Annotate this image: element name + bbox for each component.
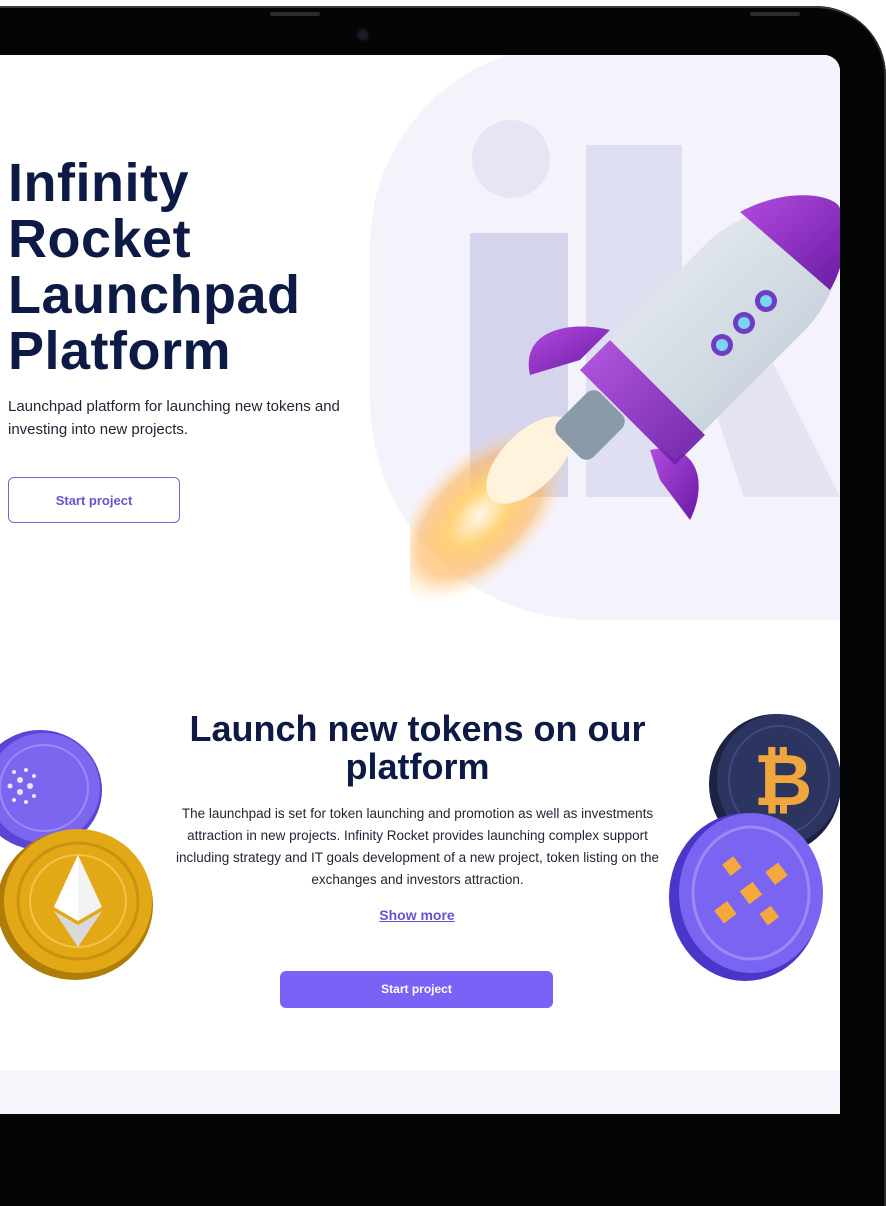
bnb-coin-icon <box>669 813 823 981</box>
hero-title-line: Platform <box>8 321 232 381</box>
next-section-background <box>0 1070 840 1114</box>
device-button <box>270 12 320 16</box>
hero-title: Infinity Rocket Launchpad Platform <box>8 155 368 379</box>
launch-section-title: Launch new tokens on our platform <box>189 708 646 787</box>
camera-icon <box>358 30 368 40</box>
hero-start-project-button[interactable]: Start project <box>8 477 180 523</box>
launch-section-body: The launchpad is set for token launching… <box>175 806 660 887</box>
hero-subtitle: Launchpad platform for launching new tok… <box>8 398 340 438</box>
show-more-link[interactable]: Show more <box>340 907 494 923</box>
hero-title-line: Infinity <box>8 153 189 213</box>
hero-title-line: Rocket <box>8 209 192 269</box>
launch-start-project-button[interactable]: Start project <box>280 971 553 1008</box>
screen: Infinity Rocket Launchpad Platform Launc… <box>0 55 840 1114</box>
device-button <box>750 12 800 16</box>
ethereum-coin-icon <box>0 829 153 980</box>
rocket-illustration <box>410 195 840 604</box>
hero-title-line: Launchpad <box>8 265 301 325</box>
